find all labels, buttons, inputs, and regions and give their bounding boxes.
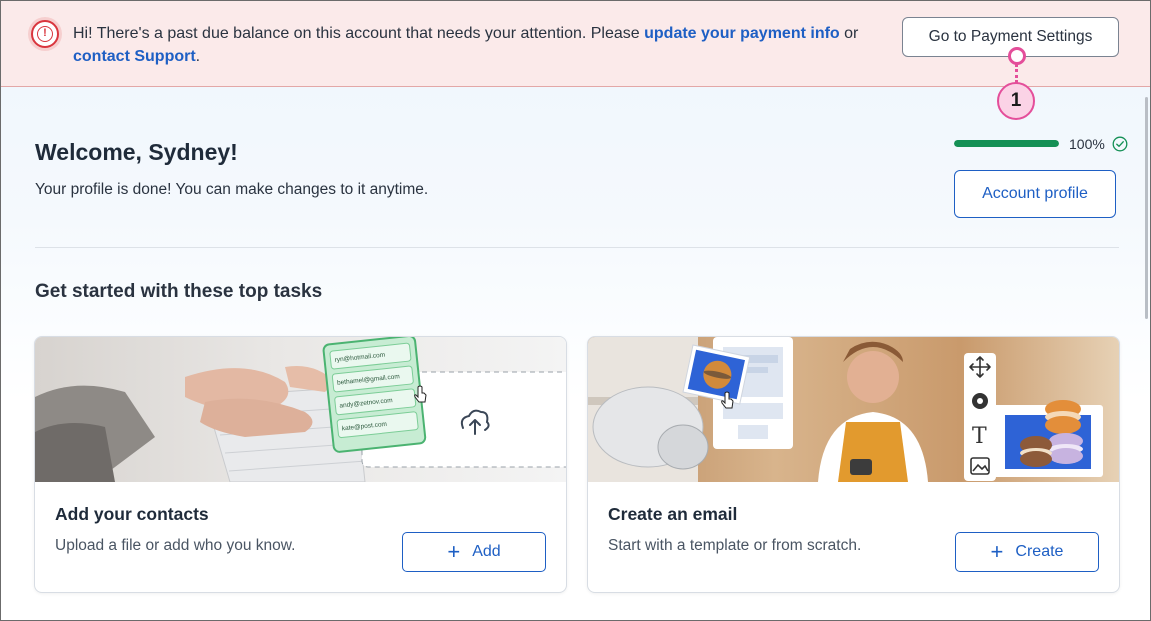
- create-button-label: Create: [1015, 543, 1064, 560]
- app-frame: ! Hi! There's a past due balance on this…: [0, 0, 1151, 621]
- annotation-badge: 1: [997, 82, 1035, 120]
- alert-text-2: or: [839, 25, 859, 42]
- add-contacts-title: Add your contacts: [55, 504, 209, 524]
- text-tool-icon: T: [972, 424, 987, 449]
- create-email-illustration: T: [588, 337, 1119, 482]
- create-email-card: T Create an email Start with a template …: [587, 336, 1120, 593]
- check-circle-icon: [1112, 136, 1128, 152]
- plus-icon: +: [447, 539, 461, 564]
- create-email-description: Start with a template or from scratch.: [608, 537, 862, 554]
- welcome-subtitle: Your profile is done! You can make chang…: [35, 181, 429, 198]
- past-due-alert-banner: ! Hi! There's a past due balance on this…: [1, 1, 1150, 87]
- alert-circle-icon: !: [31, 20, 59, 48]
- top-tasks-heading: Get started with these top tasks: [35, 281, 323, 302]
- profile-progress-bar: [954, 140, 1059, 147]
- welcome-title: Welcome, Sydney!: [35, 139, 238, 165]
- annotation-pointer: [1008, 47, 1026, 65]
- alert-text-1: Hi! There's a past due balance on this a…: [73, 25, 645, 42]
- add-contacts-card: ryn@hotmail.com bethamel@gmail.com andy@…: [34, 336, 567, 593]
- profile-progress-fill: [954, 140, 1059, 147]
- profile-progress-label: 100%: [1069, 136, 1105, 152]
- add-contacts-button[interactable]: + Add: [402, 532, 546, 572]
- gear-icon: [972, 393, 988, 409]
- scrollbar-thumb[interactable]: [1145, 97, 1148, 319]
- add-contacts-description: Upload a file or add who you know.: [55, 537, 296, 554]
- create-email-title: Create an email: [608, 504, 738, 524]
- contact-support-link[interactable]: contact Support: [73, 48, 196, 65]
- account-profile-button[interactable]: Account profile: [954, 170, 1116, 218]
- create-email-button[interactable]: + Create: [955, 532, 1099, 572]
- add-button-label: Add: [472, 543, 501, 560]
- section-divider: [35, 247, 1119, 248]
- alert-message: Hi! There's a past due balance on this a…: [73, 23, 893, 68]
- annotation-leader-line: [1015, 64, 1018, 83]
- plus-icon: +: [990, 539, 1004, 564]
- update-payment-link[interactable]: update your payment info: [644, 25, 840, 42]
- add-contacts-illustration: ryn@hotmail.com bethamel@gmail.com andy@…: [35, 337, 566, 482]
- alert-text-3: .: [195, 47, 201, 65]
